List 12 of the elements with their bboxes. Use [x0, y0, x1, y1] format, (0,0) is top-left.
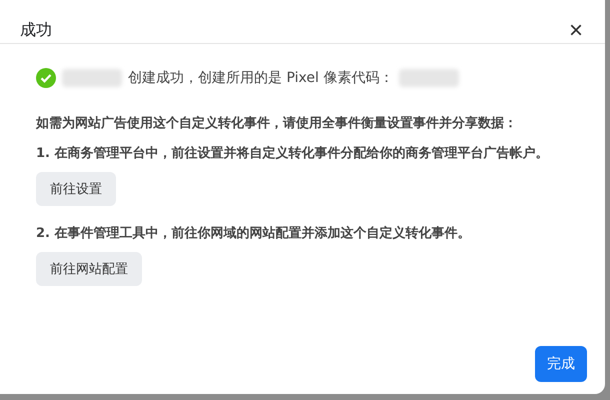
done-button[interactable]: 完成 — [535, 346, 587, 382]
redacted-text — [399, 69, 460, 87]
step-button[interactable]: 前往网站配置 — [36, 252, 142, 286]
dialog-title: 成功 — [20, 20, 52, 41]
success-message: 创建成功，创建所用的是 Pixel 像素代码： — [128, 69, 394, 87]
check-circle-icon — [36, 68, 56, 88]
redacted-text — [62, 69, 122, 87]
step-text: 1. 在商务管理平台中，前往设置并将自定义转化事件分配给你的商务管理平台广告帐户。 — [36, 144, 550, 163]
instruction-text: 如需为网站广告使用这个自定义转化事件，请使用全事件衡量设置事件并分享数据： — [36, 114, 518, 133]
close-button[interactable]: × — [568, 20, 583, 40]
step-text: 2. 在事件管理工具中，前往你网域的网站配置并添加这个自定义转化事件。 — [36, 224, 472, 243]
step-button[interactable]: 前往设置 — [36, 172, 116, 206]
